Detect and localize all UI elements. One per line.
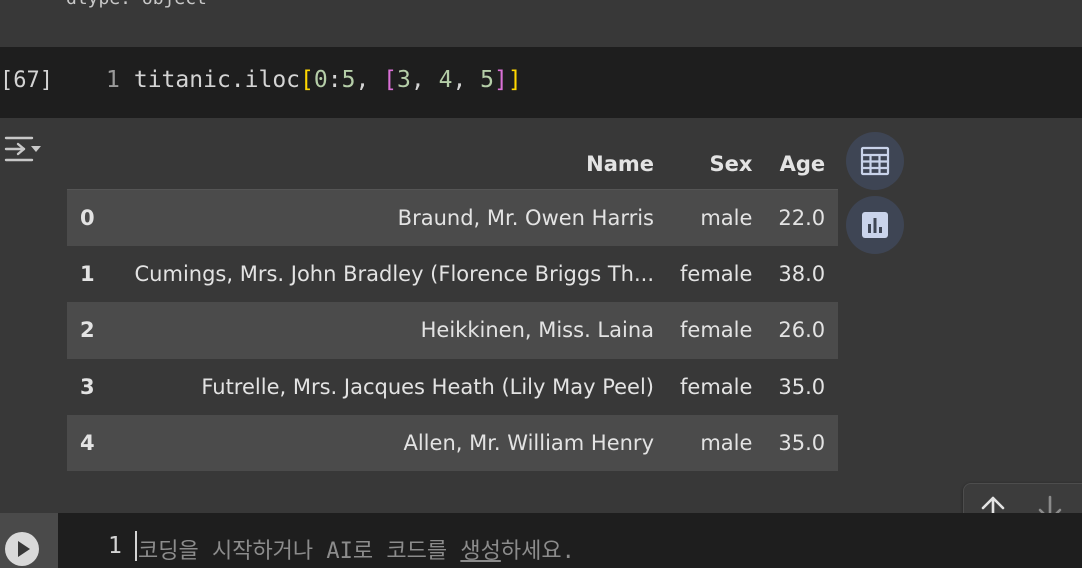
code-col-1: 3: [397, 67, 411, 93]
sex-cell: male: [700, 205, 753, 230]
row-index: 0: [80, 205, 95, 230]
code-comma: ,: [355, 67, 384, 93]
execution-count: [67]: [0, 68, 53, 93]
index-header: [67, 138, 121, 190]
code-object: titanic.iloc: [133, 67, 301, 93]
bar-chart-icon: [862, 212, 888, 238]
output-collapse-icon[interactable]: [4, 134, 44, 164]
placeholder-text: 코딩을 시작하거나 AI로 코드를: [138, 539, 461, 564]
age-cell: 26.0: [778, 318, 826, 343]
column-header-name: Name: [121, 138, 667, 190]
line-number: 1: [106, 67, 120, 93]
age-cell: 35.0: [778, 431, 826, 456]
convert-to-interactive-table-button[interactable]: [846, 132, 904, 190]
code-comma: ,: [452, 67, 481, 93]
name-cell: Heikkinen, Miss. Laina: [420, 318, 654, 343]
code-col-3: 5: [480, 67, 495, 93]
table-row: 4 Allen, Mr. William Henry male 35.0: [67, 415, 839, 472]
row-index: 1: [80, 262, 95, 287]
code-bracket-open: [: [300, 67, 314, 93]
suggest-charts-button[interactable]: [846, 196, 904, 254]
generate-link[interactable]: 생성: [460, 539, 500, 564]
placeholder-text-end: 하세요.: [500, 539, 575, 564]
notebook-page: dtype: object [67] 1titanic.iloc[0:5, [3…: [0, 0, 1082, 568]
row-index: 4: [80, 431, 95, 456]
run-gutter: [0, 513, 58, 568]
name-cell: Futrelle, Mrs. Jacques Heath (Lily May P…: [201, 374, 654, 399]
row-index: 3: [80, 374, 95, 399]
sex-cell: male: [700, 431, 753, 456]
sex-cell: female: [680, 318, 753, 343]
sex-cell: female: [680, 374, 753, 399]
name-cell: Cumings, Mrs. John Bradley (Florence Bri…: [134, 262, 654, 287]
dataframe-table: Name Sex Age 0 Braund, Mr. Owen Harris m…: [67, 138, 839, 472]
table-header-row: Name Sex Age: [67, 138, 839, 190]
code-row-start: 0: [313, 67, 328, 93]
previous-output-text: dtype: object: [66, 0, 207, 9]
table-row: 3 Futrelle, Mrs. Jacques Heath (Lily May…: [67, 359, 838, 415]
play-icon: [18, 541, 30, 557]
editor-placeholder: 코딩을 시작하거나 AI로 코드를 생성하세요.: [138, 533, 575, 565]
table-row: 0 Braund, Mr. Owen Harris male 22.0: [67, 189, 839, 246]
code-bracket-close: ]: [507, 67, 522, 93]
name-cell: Braund, Mr. Owen Harris: [397, 205, 654, 230]
run-cell-button[interactable]: [5, 532, 39, 566]
column-header-age: Age: [765, 138, 839, 190]
table-icon: [860, 146, 890, 176]
age-cell: 38.0: [778, 262, 826, 287]
name-cell: Allen, Mr. William Henry: [403, 431, 654, 456]
cell-output: Name Sex Age 0 Braund, Mr. Owen Harris m…: [0, 118, 1082, 513]
code-editor[interactable]: 1 코딩을 시작하거나 AI로 코드를 생성하세요.: [58, 513, 1082, 568]
code-cell[interactable]: [67] 1 titanic.iloc[0:5, [3, 4, 5]]: [0, 47, 1082, 118]
code-comma: ,: [410, 67, 439, 93]
code-colon: :: [327, 67, 342, 93]
code-row-end: 5: [341, 67, 356, 93]
row-index: 2: [80, 318, 95, 343]
code-col-2: 4: [438, 67, 453, 93]
age-cell: 35.0: [778, 374, 826, 399]
new-code-cell[interactable]: 1 코딩을 시작하거나 AI로 코드를 생성하세요.: [0, 513, 1082, 568]
age-cell: 22.0: [778, 205, 826, 230]
code-list-open: [: [383, 67, 398, 93]
code-line[interactable]: 1 titanic.iloc[0:5, [3, 4, 5]]: [106, 67, 522, 93]
line-number: 1: [108, 533, 122, 559]
sex-cell: female: [680, 262, 753, 287]
code-list-close: ]: [494, 67, 508, 93]
table-row: 2 Heikkinen, Miss. Laina female 26.0: [67, 302, 839, 359]
column-header-sex: Sex: [667, 138, 766, 190]
table-row: 1 Cumings, Mrs. John Bradley (Florence B…: [67, 246, 838, 302]
previous-cell-output: dtype: object: [0, 0, 1082, 47]
text-cursor: [135, 531, 137, 561]
